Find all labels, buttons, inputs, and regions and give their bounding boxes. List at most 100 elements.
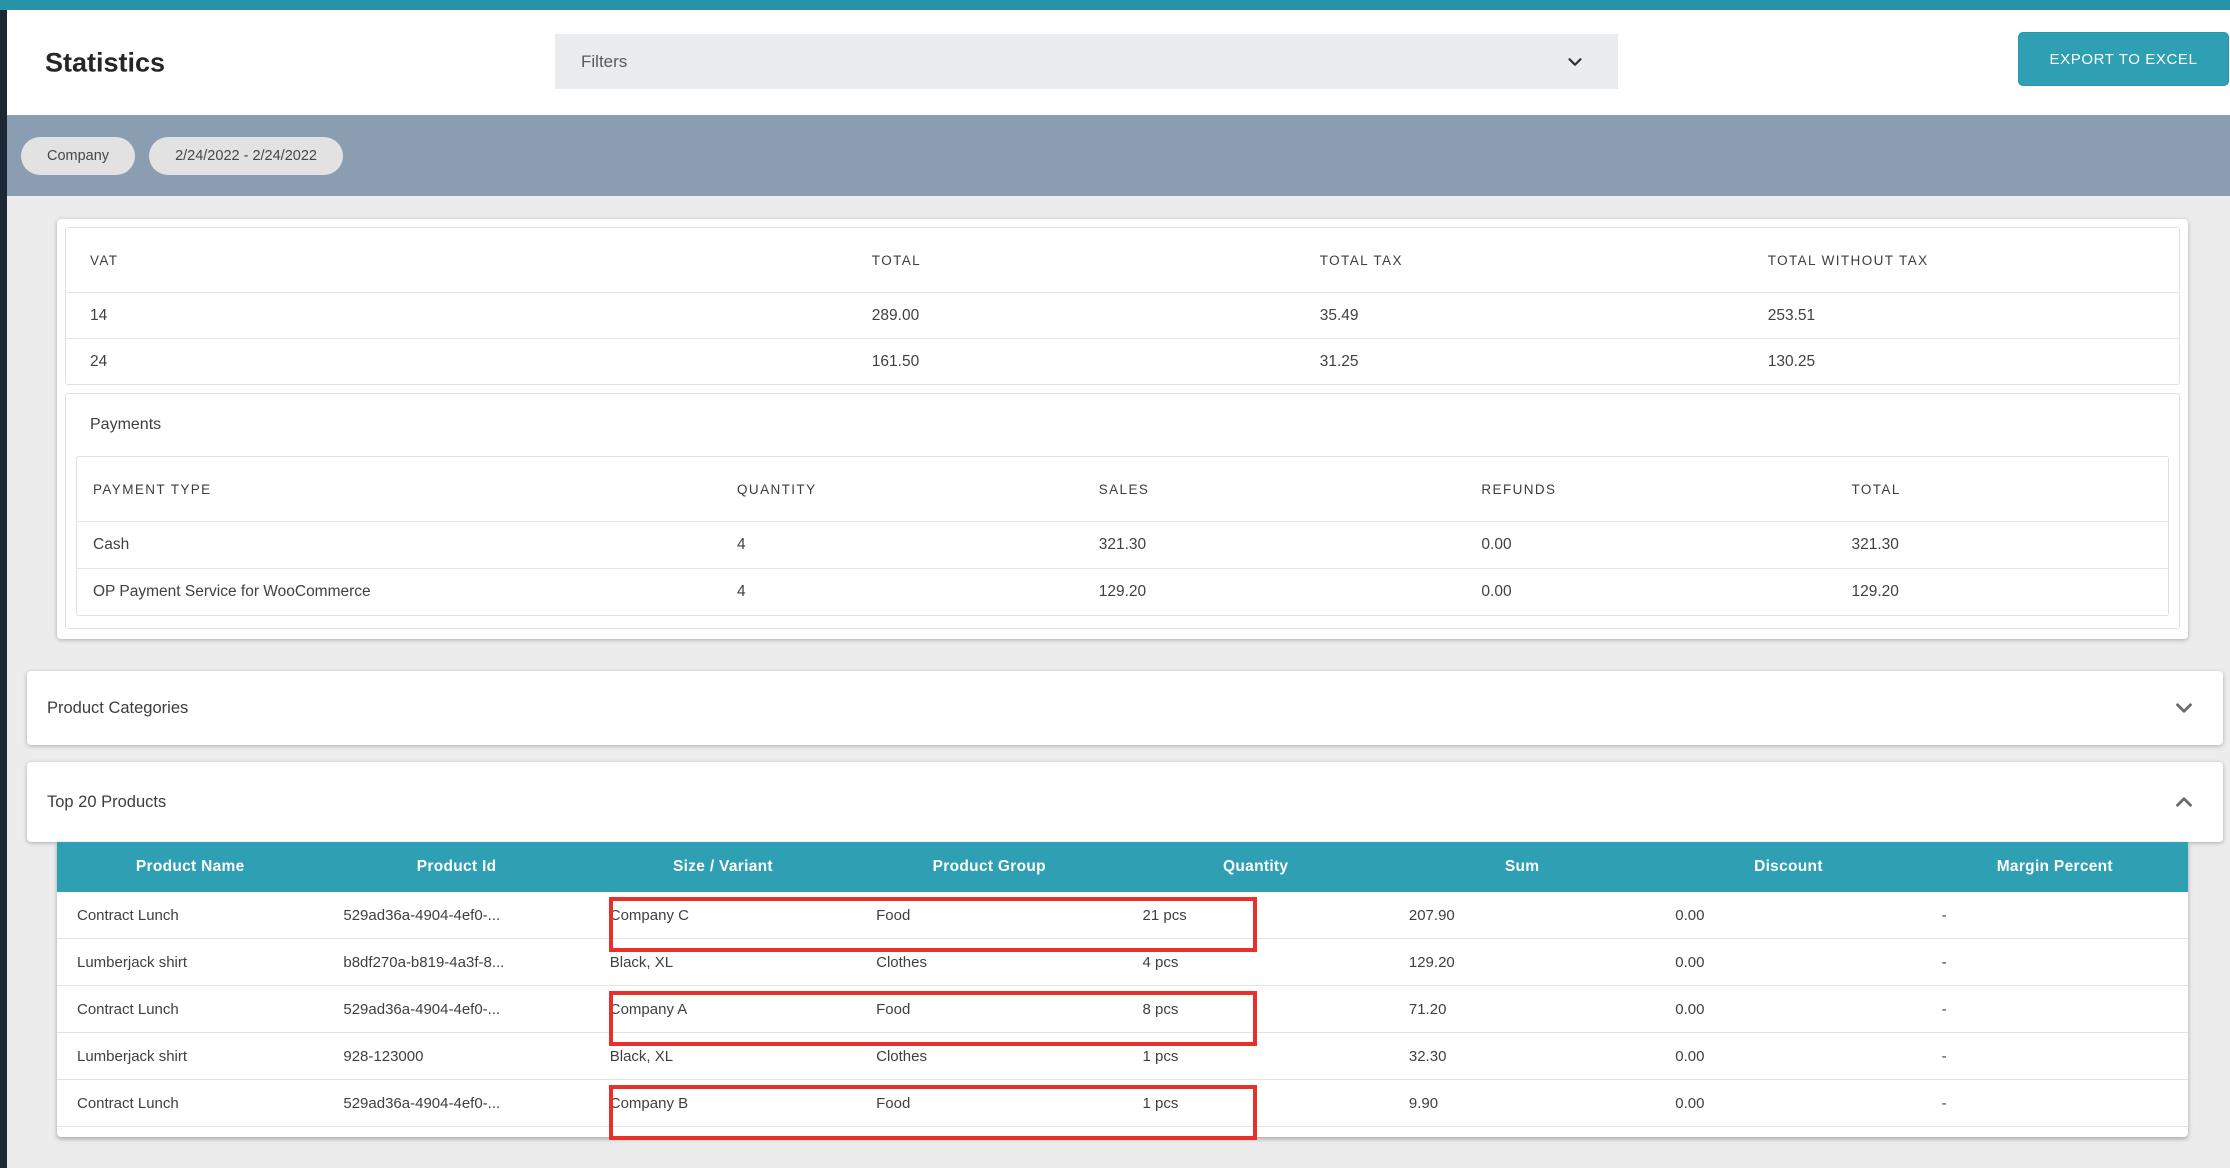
column-header: Size / Variant xyxy=(590,842,856,892)
product-categories-title: Product Categories xyxy=(47,699,188,718)
table-cell: 0.00 xyxy=(1465,522,1835,569)
table-cell: - xyxy=(1922,986,2188,1033)
table-row: 14289.0035.49253.51 xyxy=(66,293,2179,339)
top-products-table: Product NameProduct IdSize / VariantProd… xyxy=(57,842,2188,1127)
app-header: Statistics Filters EXPORT TO EXCEL xyxy=(7,10,2230,115)
table-cell: 4 xyxy=(721,522,1083,569)
table-cell: 321.30 xyxy=(1083,522,1466,569)
table-cell: 1 pcs xyxy=(1123,1033,1389,1080)
table-cell: 928-123000 xyxy=(323,1033,589,1080)
table-cell: Food xyxy=(856,892,1122,939)
column-header: REFUNDS xyxy=(1465,457,1835,522)
table-cell: Clothes xyxy=(856,1033,1122,1080)
table-cell: 207.90 xyxy=(1389,892,1655,939)
vat-panel: VATTOTALTOTAL TAXTOTAL WITHOUT TAX 14289… xyxy=(65,227,2180,385)
table-cell: Company B xyxy=(590,1080,856,1127)
payments-table-panel: PAYMENT TYPEQUANTITYSALESREFUNDSTOTAL Ca… xyxy=(76,456,2169,616)
table-cell: Contract Lunch xyxy=(57,892,323,939)
column-header: SALES xyxy=(1083,457,1466,522)
filter-chips-bar: Company 2/24/2022 - 2/24/2022 xyxy=(7,115,2230,196)
table-cell: 31.25 xyxy=(1296,339,1744,385)
column-header: Quantity xyxy=(1123,842,1389,892)
table-cell: 253.51 xyxy=(1744,293,2179,339)
table-cell: 321.30 xyxy=(1835,522,2168,569)
chevron-down-icon xyxy=(1564,51,1586,73)
table-cell: 0.00 xyxy=(1465,569,1835,616)
column-header: QUANTITY xyxy=(721,457,1083,522)
table-cell: 129.20 xyxy=(1083,569,1466,616)
table-cell: - xyxy=(1922,892,2188,939)
table-row: Cash4321.300.00321.30 xyxy=(77,522,2168,569)
payments-panel: Payments PAYMENT TYPEQUANTITYSALESREFUND… xyxy=(65,393,2180,629)
column-header: Product Id xyxy=(323,842,589,892)
table-cell: 130.25 xyxy=(1744,339,2179,385)
chevron-up-icon[interactable] xyxy=(2171,789,2197,815)
table-cell: 0.00 xyxy=(1655,1080,1921,1127)
vat-table: VATTOTALTOTAL TAXTOTAL WITHOUT TAX 14289… xyxy=(66,228,2179,384)
table-cell: 0.00 xyxy=(1655,1033,1921,1080)
payments-table: PAYMENT TYPEQUANTITYSALESREFUNDSTOTAL Ca… xyxy=(77,457,2168,615)
top-accent-strip xyxy=(0,0,2230,10)
table-cell: 21 pcs xyxy=(1123,892,1389,939)
table-row: Contract Lunch529ad36a-4904-4ef0-...Comp… xyxy=(57,1080,2188,1127)
left-edge-strip xyxy=(0,10,7,1168)
column-header: Product Name xyxy=(57,842,323,892)
table-cell: Food xyxy=(856,1080,1122,1127)
top-products-header-row: Product NameProduct IdSize / VariantProd… xyxy=(57,842,2188,892)
table-cell: - xyxy=(1922,1033,2188,1080)
filter-chip-date-range[interactable]: 2/24/2022 - 2/24/2022 xyxy=(149,137,343,175)
table-cell: 71.20 xyxy=(1389,986,1655,1033)
table-cell: Lumberjack shirt xyxy=(57,1033,323,1080)
table-cell: 32.30 xyxy=(1389,1033,1655,1080)
top-products-table-card: Product NameProduct IdSize / VariantProd… xyxy=(57,842,2188,1137)
table-cell: 0.00 xyxy=(1655,892,1921,939)
table-cell: Black, XL xyxy=(590,1033,856,1080)
export-to-excel-button[interactable]: EXPORT TO EXCEL xyxy=(2018,32,2229,86)
filters-dropdown[interactable]: Filters xyxy=(555,34,1618,89)
column-header: Sum xyxy=(1389,842,1655,892)
vat-payments-card: VATTOTALTOTAL TAXTOTAL WITHOUT TAX 14289… xyxy=(57,219,2188,639)
table-cell: 1 pcs xyxy=(1123,1080,1389,1127)
table-cell: 129.20 xyxy=(1835,569,2168,616)
product-categories-accordion[interactable]: Product Categories xyxy=(27,671,2223,745)
table-cell: 4 xyxy=(721,569,1083,616)
table-cell: - xyxy=(1922,1080,2188,1127)
chevron-down-icon[interactable] xyxy=(2171,695,2197,721)
table-cell: Contract Lunch xyxy=(57,1080,323,1127)
table-row: Lumberjack shirtb8df270a-b819-4a3f-8...B… xyxy=(57,939,2188,986)
column-header: Product Group xyxy=(856,842,1122,892)
table-cell: 14 xyxy=(66,293,848,339)
table-cell: 529ad36a-4904-4ef0-... xyxy=(323,1080,589,1127)
column-header: PAYMENT TYPE xyxy=(77,457,721,522)
top-products-accordion[interactable]: Top 20 Products xyxy=(27,762,2223,842)
table-cell: Food xyxy=(856,986,1122,1033)
table-cell: 9.90 xyxy=(1389,1080,1655,1127)
column-header: Discount xyxy=(1655,842,1921,892)
table-cell: - xyxy=(1922,939,2188,986)
filters-dropdown-label: Filters xyxy=(581,52,627,72)
table-cell: Company C xyxy=(590,892,856,939)
table-cell: Clothes xyxy=(856,939,1122,986)
column-header: VAT xyxy=(66,228,848,293)
table-cell: 529ad36a-4904-4ef0-... xyxy=(323,986,589,1033)
table-cell: 161.50 xyxy=(848,339,1296,385)
table-cell: Company A xyxy=(590,986,856,1033)
table-row: OP Payment Service for WooCommerce4129.2… xyxy=(77,569,2168,616)
table-cell: b8df270a-b819-4a3f-8... xyxy=(323,939,589,986)
column-header: TOTAL TAX xyxy=(1296,228,1744,293)
column-header: TOTAL xyxy=(1835,457,2168,522)
table-cell: Contract Lunch xyxy=(57,986,323,1033)
vat-table-header-row: VATTOTALTOTAL TAXTOTAL WITHOUT TAX xyxy=(66,228,2179,293)
column-header: TOTAL xyxy=(848,228,1296,293)
payments-table-header-row: PAYMENT TYPEQUANTITYSALESREFUNDSTOTAL xyxy=(77,457,2168,522)
table-row: Lumberjack shirt928-123000Black, XLCloth… xyxy=(57,1033,2188,1080)
table-cell: 129.20 xyxy=(1389,939,1655,986)
column-header: TOTAL WITHOUT TAX xyxy=(1744,228,2179,293)
table-cell: Black, XL xyxy=(590,939,856,986)
table-cell: 8 pcs xyxy=(1123,986,1389,1033)
column-header: Margin Percent xyxy=(1922,842,2188,892)
filter-chip-company[interactable]: Company xyxy=(21,137,135,175)
table-cell: 0.00 xyxy=(1655,939,1921,986)
table-cell: 289.00 xyxy=(848,293,1296,339)
table-row: 24161.5031.25130.25 xyxy=(66,339,2179,385)
